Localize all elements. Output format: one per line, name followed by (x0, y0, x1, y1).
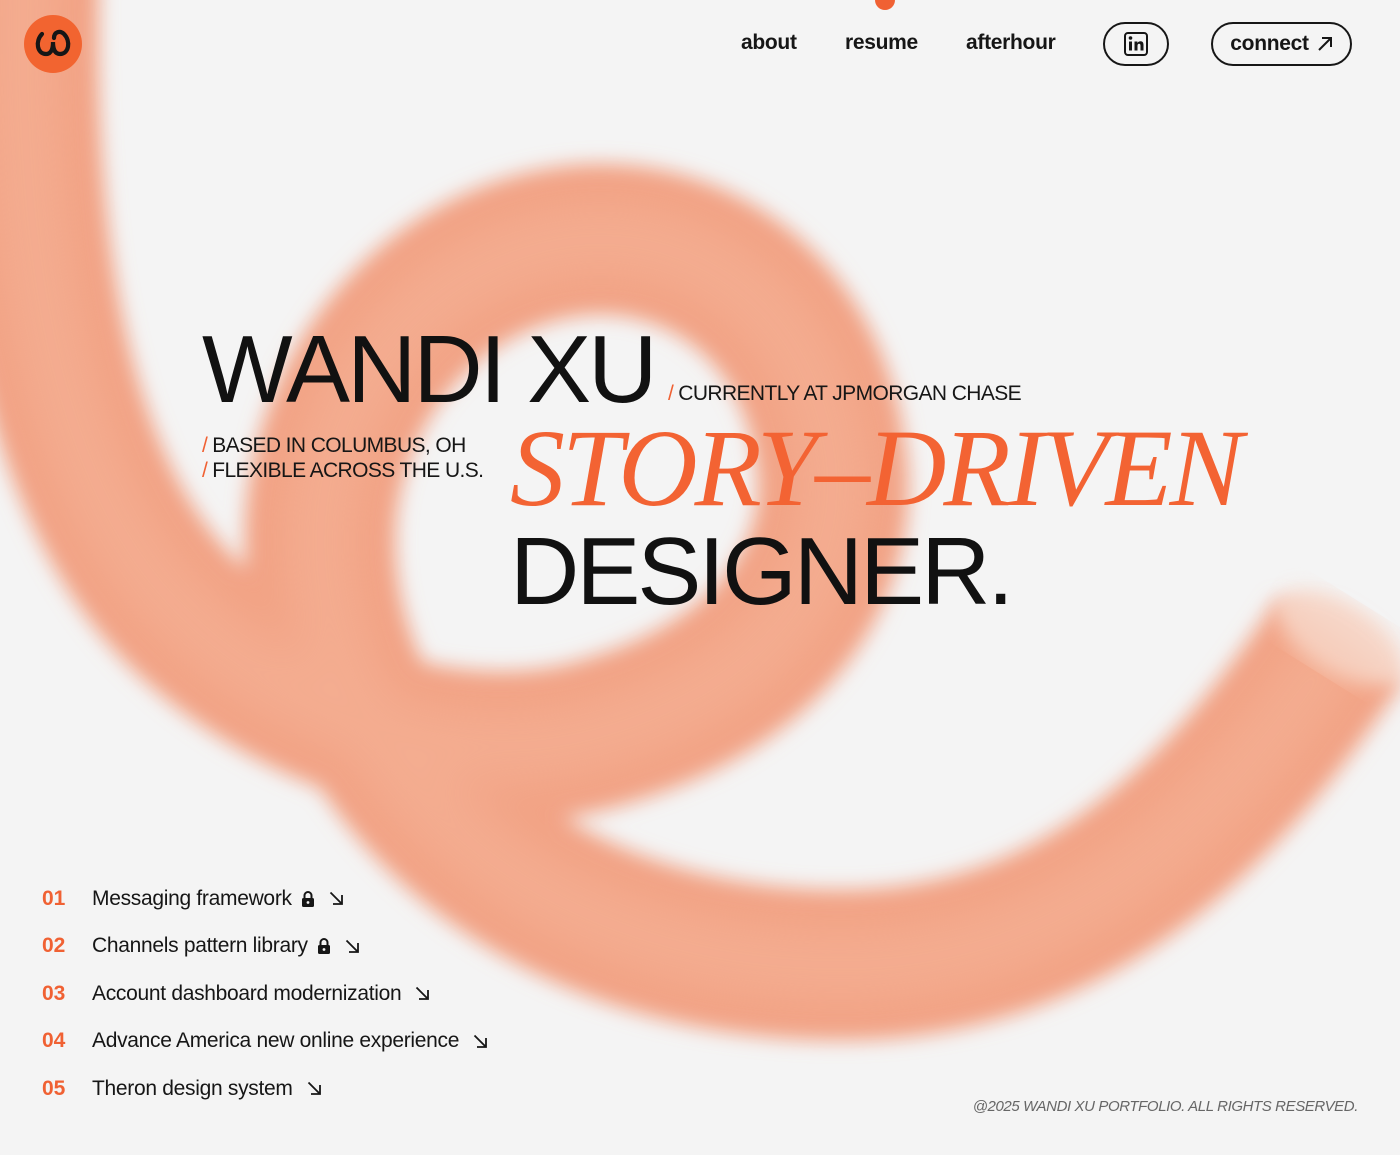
project-title: Messaging framework (92, 886, 292, 910)
project-number: 01 (42, 886, 66, 910)
project-number: 02 (42, 934, 66, 958)
project-title: Theron design system (92, 1076, 293, 1100)
slash-accent: / (202, 434, 208, 457)
current-employer: / CURRENTLY AT JPMORGAN CHASE (668, 382, 1022, 406)
footer-copyright: @2025 WANDI XU PORTFOLIO. ALL RIGHTS RES… (972, 1098, 1359, 1115)
tagline-story-driven: STORY–DRIVEN (510, 407, 1243, 529)
nav-afterhour[interactable]: afterhour (966, 31, 1056, 55)
project-number: 04 (42, 1029, 66, 1053)
project-item[interactable]: 01 Messaging framework (42, 875, 488, 923)
project-title: Advance America new online experience (92, 1029, 460, 1053)
location-text-2: FLEXIBLE ACROSS THE U.S. (212, 459, 484, 482)
project-title: Account dashboard modernization (92, 981, 402, 1005)
logo[interactable] (24, 15, 82, 73)
project-item[interactable]: 03 Account dashboard modernization (42, 970, 488, 1018)
slash-accent: / (202, 459, 208, 482)
linkedin-button[interactable] (1103, 22, 1169, 66)
arrow-up-right-icon (1317, 37, 1332, 51)
wandi-logo-icon (35, 29, 71, 57)
tagline-designer: DESIGNER. (510, 518, 1014, 625)
slash-accent: / (668, 382, 674, 405)
project-number: 03 (42, 981, 66, 1005)
hero-name: WANDI XU (202, 316, 657, 423)
nav-about[interactable]: about (741, 31, 797, 55)
location-line-1: / BASED IN COLUMBUS, OH (202, 434, 466, 458)
arrow-down-right-icon (307, 1081, 322, 1096)
linkedin-icon (1124, 32, 1148, 56)
arrow-down-right-icon (329, 891, 344, 906)
current-employer-text: CURRENTLY AT JPMORGAN CHASE (678, 382, 1022, 405)
lock-icon (301, 890, 315, 908)
project-number: 05 (42, 1076, 66, 1100)
project-item[interactable]: 02 Channels pattern library (42, 923, 488, 971)
connect-label: connect (1230, 32, 1309, 55)
arrow-down-right-icon (345, 939, 360, 954)
project-list: 01 Messaging framework 02 Channels patte… (42, 875, 488, 1113)
project-title: Channels pattern library (92, 934, 308, 958)
lock-icon (317, 937, 331, 955)
arrow-down-right-icon (415, 986, 430, 1001)
location-line-2: / FLEXIBLE ACROSS THE U.S. (202, 459, 484, 483)
connect-button[interactable]: connect (1211, 22, 1352, 66)
project-item[interactable]: 05 Theron design system (42, 1065, 488, 1113)
arrow-down-right-icon (473, 1034, 488, 1049)
nav-resume[interactable]: resume (845, 31, 918, 55)
project-item[interactable]: 04 Advance America new online experience (42, 1018, 488, 1066)
location-text-1: BASED IN COLUMBUS, OH (212, 434, 466, 457)
